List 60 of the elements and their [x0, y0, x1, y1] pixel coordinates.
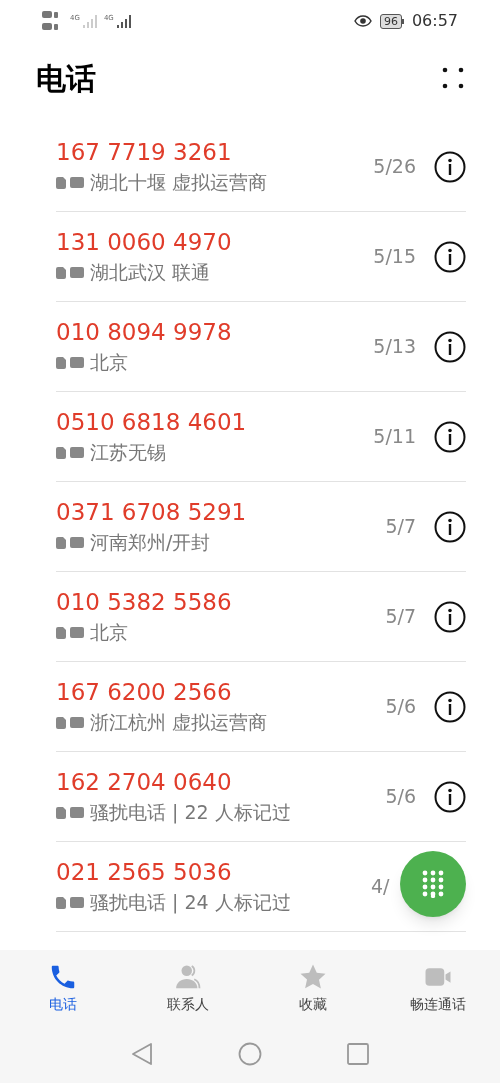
call-date: 5/11 [373, 424, 416, 450]
dialpad-icon [422, 870, 444, 898]
sim-icon [56, 896, 66, 909]
phone-number: 167 6200 2566 [56, 678, 233, 707]
info-icon[interactable] [434, 150, 466, 183]
nav-tab[interactable]: 收藏 [250, 962, 375, 1030]
phone-number: 0371 6708 5291 [56, 498, 248, 527]
call-date: 5/26 [373, 154, 416, 180]
page-title: 电话 [36, 59, 96, 98]
back-icon[interactable] [131, 1041, 153, 1066]
phone-number: 167 7719 3261 [56, 138, 233, 167]
sim-icon [56, 446, 66, 459]
phone-number: 021 2565 5036 [56, 858, 233, 887]
call-location: 骚扰电话 | 24 人标记过 [90, 891, 291, 915]
eye-icon [353, 15, 372, 27]
phone-number: 131 0060 4970 [56, 228, 233, 257]
info-icon[interactable] [434, 330, 466, 363]
call-location: 湖北十堰 虚拟运营商 [90, 171, 268, 195]
sim-icon [56, 626, 66, 639]
home-icon[interactable] [238, 1041, 262, 1066]
call-date: 5/7 [385, 604, 416, 630]
call-location: 骚扰电话 | 22 人标记过 [90, 801, 291, 825]
info-icon[interactable] [434, 600, 466, 633]
info-icon[interactable] [434, 780, 466, 813]
call-date: 5/13 [373, 334, 416, 360]
call-date: 5/15 [373, 244, 416, 270]
signal-icon [82, 14, 97, 28]
info-icon[interactable] [434, 240, 466, 273]
call-location: 江苏无锡 [90, 441, 166, 465]
info-icon[interactable] [434, 690, 466, 723]
sim-icon [56, 266, 66, 279]
call-location: 湖北武汉 联通 [90, 261, 211, 285]
recents-icon[interactable] [347, 1042, 369, 1065]
call-date: 5/6 [385, 784, 416, 810]
signal-icon [116, 14, 131, 28]
sim-icon [56, 716, 66, 729]
battery-indicator: 96 [379, 13, 402, 29]
dialpad-button[interactable] [400, 851, 466, 917]
call-date: 5/6 [385, 694, 416, 720]
more-icon[interactable] [442, 67, 464, 89]
call-location: 北京 [90, 621, 128, 645]
sim-icon [56, 806, 66, 819]
call-date: 5/7 [385, 514, 416, 540]
info-icon[interactable] [434, 510, 466, 543]
call-location: 浙江杭州 虚拟运营商 [90, 711, 268, 735]
phone-number: 010 5382 5586 [56, 588, 233, 617]
nav-tab[interactable]: 电话 [0, 962, 125, 1030]
nav-tab[interactable]: 联系人 [125, 962, 250, 1030]
call-date: 4/ [371, 874, 391, 900]
phone-number: 010 8094 9978 [56, 318, 233, 347]
nav-tab[interactable]: 畅连通话 [375, 962, 500, 1030]
sim-icon [56, 176, 66, 189]
phone-number: 162 2704 0640 [56, 768, 233, 797]
sim-icon [56, 536, 66, 549]
clock: 06:57 [411, 10, 458, 32]
call-location: 北京 [90, 351, 128, 375]
call-location: 河南郑州/开封 [90, 531, 211, 555]
info-icon[interactable] [434, 420, 466, 453]
sim-icon [56, 356, 66, 369]
phone-number: 0510 6818 4601 [56, 408, 248, 437]
